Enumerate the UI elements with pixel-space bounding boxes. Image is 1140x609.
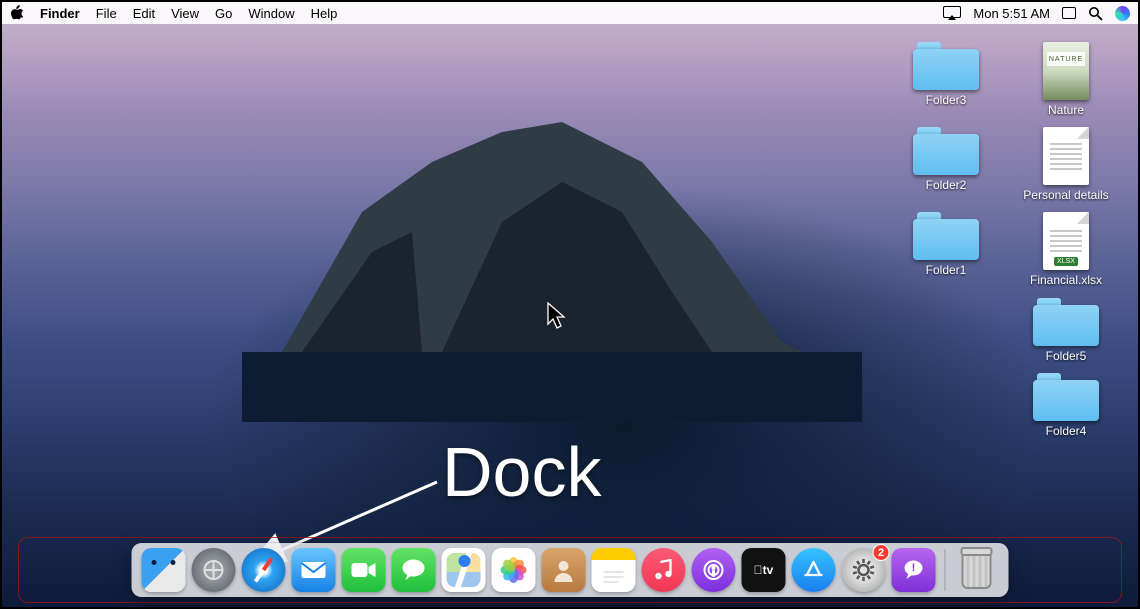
spreadsheet-file-icon: XLSX xyxy=(1043,212,1089,270)
menu-edit[interactable]: Edit xyxy=(133,6,155,21)
wallpaper-island xyxy=(242,92,862,422)
desktop-icon-folder3[interactable]: Folder3 xyxy=(886,42,1006,117)
desktop-icon-label: Folder5 xyxy=(1046,350,1087,363)
dock-podcasts-icon[interactable] xyxy=(692,548,736,592)
dock-appstore-icon[interactable] xyxy=(792,548,836,592)
dock: tv 2! xyxy=(132,543,1009,597)
desktop-icon-label: Financial.xlsx xyxy=(1030,274,1102,287)
siri-icon[interactable] xyxy=(1115,6,1130,21)
desktop-icon-nature[interactable]: NATURE Nature xyxy=(1006,42,1126,117)
menu-go[interactable]: Go xyxy=(215,6,232,21)
dock-photos-icon[interactable] xyxy=(492,548,536,592)
dock-messages-icon[interactable] xyxy=(392,548,436,592)
desktop-icon-folder1[interactable]: Folder1 xyxy=(886,212,1006,287)
menu-bar: Finder File Edit View Go Window Help Mon… xyxy=(2,2,1138,24)
svg-text:!: ! xyxy=(912,562,916,574)
desktop-icons-area: Folder3 NATURE Nature Folder2 Personal detai… xyxy=(886,42,1126,438)
dock-maps-icon[interactable] xyxy=(442,548,486,592)
desktop-icon-personal-details[interactable]: Personal details xyxy=(1006,127,1126,202)
dock-facetime-icon[interactable] xyxy=(342,548,386,592)
menu-file[interactable]: File xyxy=(96,6,117,21)
menu-app-name[interactable]: Finder xyxy=(40,6,80,21)
dock-tv-icon[interactable]: tv xyxy=(742,548,786,592)
menu-help[interactable]: Help xyxy=(311,6,338,21)
dock-separator xyxy=(945,549,946,591)
dock-settings-icon[interactable]: 2 xyxy=(842,548,886,592)
dock-mail-icon[interactable] xyxy=(292,548,336,592)
dock-safari-icon[interactable] xyxy=(242,548,286,592)
desktop-icon-label: Folder2 xyxy=(926,179,967,192)
desktop-icon-label: Folder4 xyxy=(1046,425,1087,438)
dock-launchpad-icon[interactable] xyxy=(192,548,236,592)
annotation-dock-label: Dock xyxy=(262,432,762,547)
folder-icon xyxy=(913,127,979,175)
image-file-icon: NATURE xyxy=(1043,42,1089,100)
dock-contacts-icon[interactable] xyxy=(542,548,586,592)
desktop-icon-financial-xlsx[interactable]: XLSX Financial.xlsx xyxy=(1006,212,1126,287)
apple-menu-icon[interactable] xyxy=(10,5,24,21)
desktop-icon-folder2[interactable]: Folder2 xyxy=(886,127,1006,202)
desktop-icon-label: Folder1 xyxy=(926,264,967,277)
dock-notes-icon[interactable] xyxy=(592,548,636,592)
desktop-icon-folder4[interactable]: Folder4 xyxy=(1006,373,1126,438)
screen-mirroring-icon[interactable] xyxy=(943,6,961,20)
dock-finder-icon[interactable] xyxy=(142,548,186,592)
desktop-icon-folder5[interactable]: Folder5 xyxy=(1006,298,1126,363)
document-file-icon xyxy=(1043,127,1089,185)
folder-icon xyxy=(1033,298,1099,346)
dock-music-icon[interactable] xyxy=(642,548,686,592)
menu-window[interactable]: Window xyxy=(248,6,294,21)
battery-icon[interactable] xyxy=(1062,7,1076,19)
desktop-icon-label: Nature xyxy=(1048,104,1084,117)
menu-clock[interactable]: Mon 5:51 AM xyxy=(973,6,1050,21)
folder-icon xyxy=(913,212,979,260)
mouse-cursor-icon xyxy=(547,302,569,330)
dock-badge: 2 xyxy=(873,544,890,561)
desktop-icon-label: Personal details xyxy=(1023,189,1108,202)
annotation-text: Dock xyxy=(442,432,601,512)
spotlight-icon[interactable] xyxy=(1088,6,1103,21)
folder-icon xyxy=(913,42,979,90)
menu-view[interactable]: View xyxy=(171,6,199,21)
desktop-icon-label: Folder3 xyxy=(926,94,967,107)
macos-desktop[interactable]: Finder File Edit View Go Window Help Mon… xyxy=(0,0,1140,609)
dock-feedback-icon[interactable]: ! xyxy=(892,548,936,592)
folder-icon xyxy=(1033,373,1099,421)
dock-trash-icon[interactable] xyxy=(955,548,999,592)
